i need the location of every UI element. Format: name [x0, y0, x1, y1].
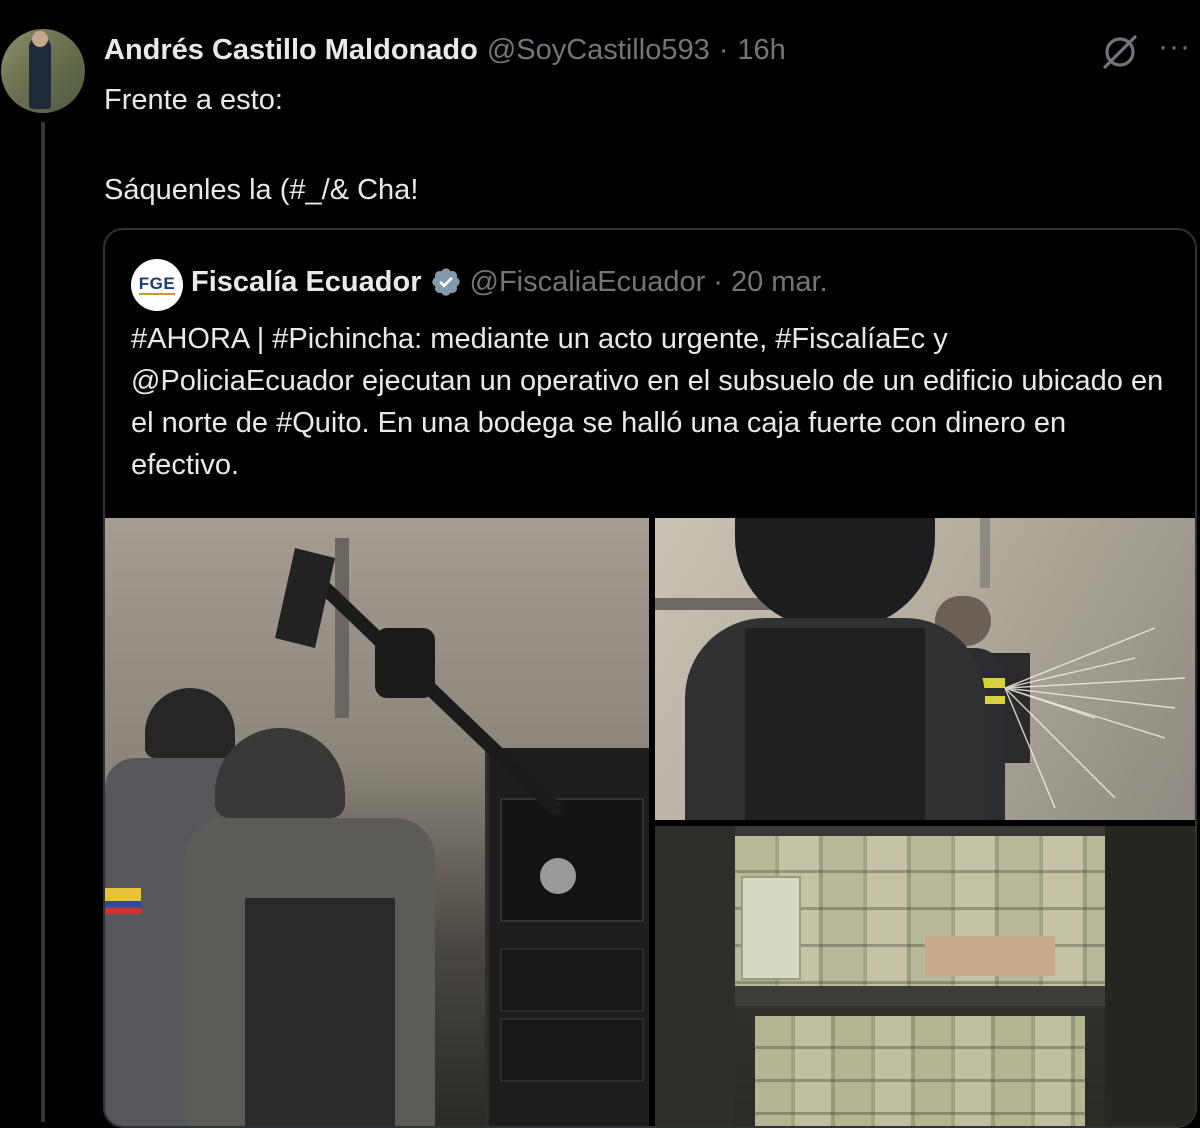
- photo-police-breaking-safe[interactable]: [105, 518, 649, 1126]
- header-separator: ·: [718, 34, 729, 66]
- quoted-author-name[interactable]: Fiscalía Ecuador: [191, 266, 422, 299]
- tweet-text-line-2: Sáquenles la (#_/& Cha!: [104, 174, 419, 206]
- thread-line: [41, 122, 45, 1122]
- photo-police-cutting-safe[interactable]: [655, 518, 1195, 820]
- quoted-author-avatar[interactable]: FGE: [131, 259, 183, 311]
- verified-badge-icon[interactable]: [430, 266, 462, 298]
- tweet-text: Frente a esto: Sáquenles la (#_/& Cha!: [104, 80, 1184, 210]
- tweet-header: Andrés Castillo Maldonado @SoyCastillo59…: [104, 34, 786, 68]
- grok-icon[interactable]: [1100, 32, 1140, 72]
- author-name[interactable]: Andrés Castillo Maldonado: [104, 34, 478, 67]
- quoted-author-handle[interactable]: @FiscaliaEcuador: [470, 266, 706, 299]
- quoted-tweet-text: #AHORA | #Pichincha: mediante un acto ur…: [131, 323, 1164, 481]
- tweet-timestamp[interactable]: 16h: [737, 34, 785, 67]
- avatar-figure: [29, 37, 51, 109]
- fge-logo-text: FGE: [138, 274, 176, 295]
- avatar-head: [32, 31, 48, 47]
- author-avatar[interactable]: [1, 29, 85, 113]
- tweet-text-line-1: Frente a esto:: [104, 84, 283, 116]
- quoted-header-separator: ·: [713, 265, 723, 298]
- quoted-tweet-card[interactable]: FGE Fiscalía Ecuador @FiscaliaEcuador · …: [103, 228, 1197, 1128]
- photo-cash-in-safe[interactable]: [655, 826, 1195, 1126]
- quoted-tweet-timestamp[interactable]: 20 mar.: [731, 266, 828, 299]
- quoted-tweet-media-grid: [105, 518, 1195, 1126]
- quoted-tweet-header: Fiscalía Ecuador @FiscaliaEcuador · 20 m…: [191, 262, 828, 302]
- more-options-icon[interactable]: ···: [1158, 32, 1198, 67]
- author-handle[interactable]: @SoyCastillo593: [487, 34, 710, 67]
